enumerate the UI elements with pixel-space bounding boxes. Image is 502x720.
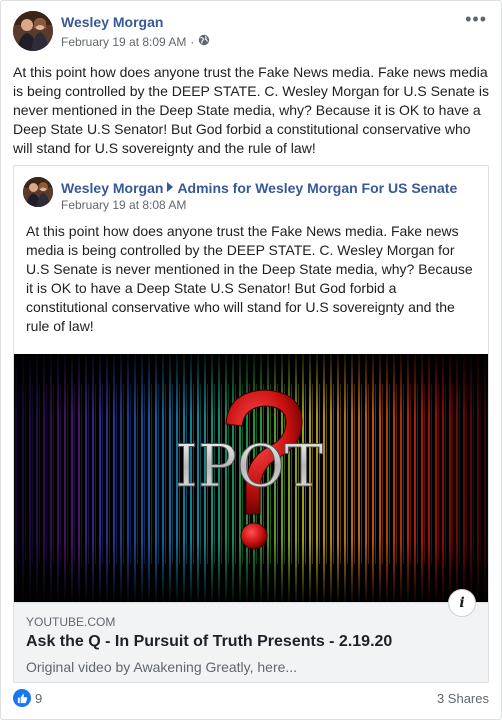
link-title[interactable]: Ask the Q - In Pursuit of Truth Presents… — [26, 633, 392, 651]
shared-author-name[interactable]: Wesley Morgan — [61, 180, 163, 196]
like-count[interactable]: 9 — [35, 691, 42, 706]
like-reaction-icon[interactable] — [13, 689, 31, 707]
thumbnail-text: IPOT — [175, 432, 323, 500]
caret-right-icon — [167, 182, 174, 192]
shares-count[interactable]: 3 Shares — [437, 691, 489, 706]
post-timestamp[interactable]: February 19 at 8:09 AM — [61, 35, 186, 49]
shared-meta: February 19 at 8:08 AM — [61, 198, 186, 212]
post-author-name[interactable]: Wesley Morgan — [61, 14, 163, 30]
post-meta: February 19 at 8:09 AM · — [61, 34, 210, 49]
shared-author-line: Wesley Morgan Admins for Wesley Morgan Fo… — [61, 180, 457, 196]
post-text: At this point how does anyone trust the … — [13, 64, 489, 156]
link-domain: YOUTUBE.COM — [26, 615, 116, 629]
meta-separator: · — [190, 34, 195, 49]
author-avatar[interactable] — [13, 11, 53, 51]
facebook-post: Wesley Morgan February 19 at 8:09 AM · •… — [0, 0, 502, 720]
shared-group-name[interactable]: Admins for Wesley Morgan For US Senate — [177, 180, 457, 196]
shared-author-avatar[interactable] — [23, 177, 53, 207]
more-options-icon[interactable]: ••• — [465, 9, 487, 30]
link-preview[interactable]: i YOUTUBE.COM Ask the Q - In Pursuit of … — [14, 589, 488, 682]
shared-post: Wesley Morgan Admins for Wesley Morgan Fo… — [13, 165, 489, 683]
info-icon[interactable]: i — [448, 589, 476, 617]
video-thumbnail[interactable]: IPOT — [14, 354, 488, 602]
video-thumbnail-art: IPOT — [14, 354, 488, 602]
globe-icon — [198, 34, 210, 49]
shared-timestamp[interactable]: February 19 at 8:08 AM — [61, 198, 186, 212]
post-footer: 9 3 Shares — [13, 689, 489, 709]
shared-post-text: At this point how does anyone trust the … — [26, 223, 473, 334]
link-description: Original video by Awakening Greatly, her… — [26, 659, 298, 675]
